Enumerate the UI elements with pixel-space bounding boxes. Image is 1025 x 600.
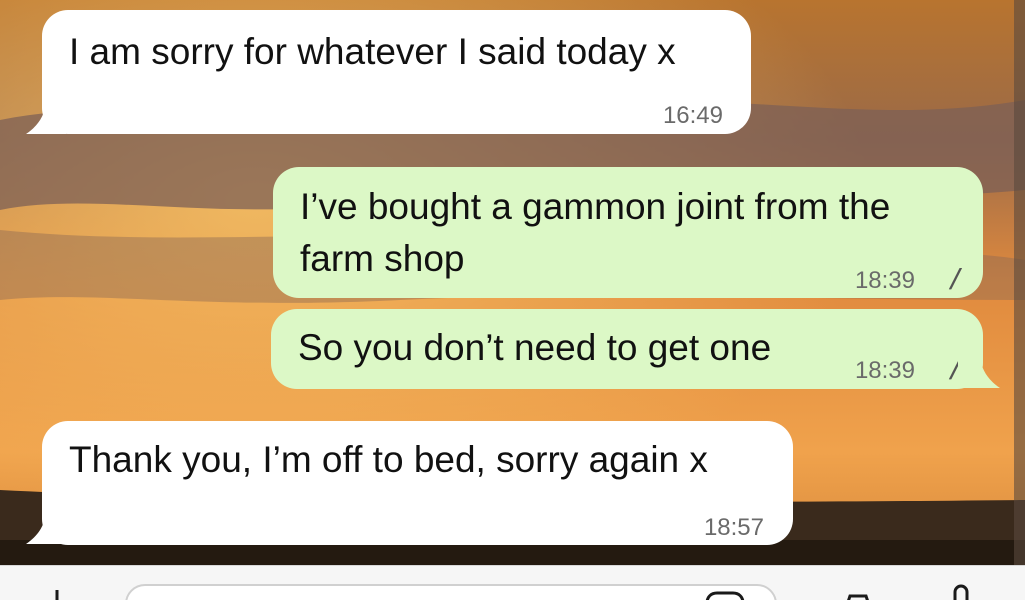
incoming-bubble-tail — [26, 514, 66, 544]
message-text: So you don’t need to get one — [298, 327, 772, 368]
message-timestamp: 18:57 — [703, 514, 764, 541]
message-composer — [0, 565, 1025, 600]
message-timestamp: 18:39 — [854, 267, 915, 294]
message-text: I am sorry for whatever I said today x — [69, 31, 676, 72]
plus-icon[interactable] — [40, 582, 74, 600]
outgoing-bubble-tail — [958, 358, 1000, 388]
microphone-icon[interactable] — [946, 583, 976, 600]
camera-icon[interactable] — [838, 588, 878, 600]
outgoing-message[interactable]: So you don’t need to get one 18:39 // — [271, 309, 983, 389]
message-timestamp: 18:39 — [854, 357, 915, 384]
incoming-message[interactable]: I am sorry for whatever I said today x 1… — [42, 10, 751, 134]
outgoing-message[interactable]: I’ve bought a gammon joint from the farm… — [273, 167, 983, 298]
message-text: Thank you, I’m off to bed, sorry again x — [69, 439, 708, 480]
message-input[interactable] — [125, 584, 777, 600]
incoming-message[interactable]: Thank you, I’m off to bed, sorry again x… — [42, 421, 793, 545]
chat-screen: I am sorry for whatever I said today x 1… — [0, 0, 1025, 600]
sticker-icon[interactable] — [705, 591, 745, 600]
incoming-bubble-tail — [26, 104, 66, 134]
message-timestamp: 16:49 — [662, 102, 723, 129]
